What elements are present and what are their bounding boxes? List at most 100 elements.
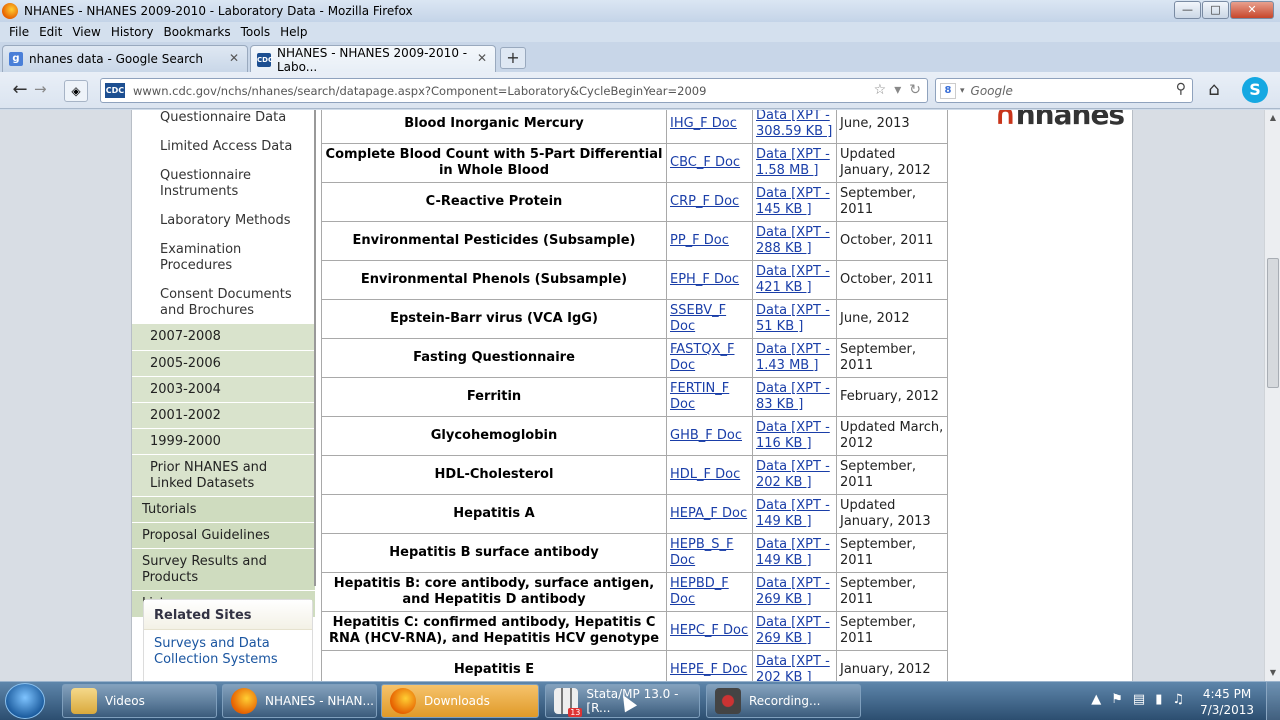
search-engine-icon[interactable]: 8 <box>940 82 956 99</box>
data-download-link[interactable]: Data [XPT - 149 KB ] <box>752 494 837 534</box>
related-link-surveys[interactable]: Surveys and Data Collection Systems <box>144 630 312 674</box>
nav-questionnaire-data[interactable]: Questionnaire Data <box>132 110 315 130</box>
doc-link[interactable]: GHB_F Doc <box>666 416 753 456</box>
search-box[interactable]: 8 ▾ Google ⚲ <box>935 78 1193 103</box>
minimize-button[interactable]: — <box>1174 1 1201 19</box>
menu-edit[interactable]: Edit <box>34 25 67 39</box>
data-download-link[interactable]: Data [XPT - 51 KB ] <box>752 299 837 339</box>
tab-close-icon[interactable]: ✕ <box>229 51 239 65</box>
vertical-scrollbar[interactable]: ▲ ▼ <box>1264 110 1280 681</box>
data-download-link[interactable]: Data [XPT - 1.43 MB ] <box>752 338 837 378</box>
forward-arrow-icon[interactable]: → <box>34 80 47 98</box>
address-bar[interactable]: CDC wwwn.cdc.gov/nchs/nhanes/search/data… <box>100 78 928 103</box>
nav-year-1999-2000[interactable]: 1999-2000 <box>132 428 315 454</box>
menu-tools[interactable]: Tools <box>236 25 276 39</box>
data-download-link[interactable]: Data [XPT - 202 KB ] <box>752 455 837 495</box>
data-download-link[interactable]: Data [XPT - 269 KB ] <box>752 572 837 612</box>
data-download-link[interactable]: Data [XPT - 149 KB ] <box>752 533 837 573</box>
google-favicon-icon: g <box>9 52 23 66</box>
tab-google-search[interactable]: g nhanes data - Google Search ✕ <box>2 45 248 72</box>
network-icon[interactable]: ▮ <box>1155 692 1162 707</box>
flag-icon[interactable]: ⚑ <box>1111 692 1123 707</box>
nav-proposal-guidelines[interactable]: Proposal Guidelines <box>132 522 315 548</box>
scrollbar-thumb[interactable] <box>1267 258 1279 388</box>
dataset-name: Blood Inorganic Mercury <box>321 110 667 144</box>
clock[interactable]: 4:45 PM 7/3/2013 <box>1200 686 1254 718</box>
nav-limited-access-data[interactable]: Limited Access Data <box>132 130 315 159</box>
dropdown-arrow-icon[interactable]: ▾ <box>894 82 901 98</box>
nav-tutorials[interactable]: Tutorials <box>132 496 315 522</box>
taskbar-recording[interactable]: Recording... <box>706 684 861 718</box>
windows-taskbar: Videos NHANES - NHAN... Downloads 13 Sta… <box>0 681 1280 720</box>
reload-icon[interactable]: ↻ <box>909 82 921 98</box>
doc-link[interactable]: FERTIN_F Doc <box>666 377 753 417</box>
data-download-link[interactable]: Data [XPT - 1.58 MB ] <box>752 143 837 183</box>
menu-bookmarks[interactable]: Bookmarks <box>159 25 236 39</box>
site-identity-icon[interactable]: CDC <box>105 83 125 98</box>
taskbar-firefox-nhanes[interactable]: NHANES - NHAN... <box>222 684 377 718</box>
doc-link[interactable]: HDL_F Doc <box>666 455 753 495</box>
show-desktop-button[interactable] <box>1266 682 1280 720</box>
menu-file[interactable]: File <box>4 25 34 39</box>
table-row: Hepatitis B: core antibody, surface anti… <box>321 572 948 612</box>
doc-link[interactable]: FASTQX_F Doc <box>666 338 753 378</box>
nav-year-2005-2006[interactable]: 2005-2006 <box>132 350 315 376</box>
data-download-link[interactable]: Data [XPT - 308.59 KB ] <box>752 110 837 144</box>
data-download-link[interactable]: Data [XPT - 288 KB ] <box>752 221 837 261</box>
back-arrow-icon[interactable]: ← <box>7 78 33 104</box>
show-hidden-icons-icon[interactable]: ▲ <box>1091 692 1101 707</box>
system-tray: ▲ ⚑ ▤ ▮ ♫ <box>1091 692 1184 707</box>
data-download-link[interactable]: Data [XPT - 421 KB ] <box>752 260 837 300</box>
menu-view[interactable]: View <box>67 25 105 39</box>
scroll-up-arrow-icon[interactable]: ▲ <box>1265 110 1280 126</box>
doc-link[interactable]: PP_F Doc <box>666 221 753 261</box>
doc-link[interactable]: EPH_F Doc <box>666 260 753 300</box>
search-icon[interactable]: ⚲ <box>1176 81 1186 97</box>
taskbar-downloads[interactable]: Downloads <box>381 684 539 718</box>
url-text[interactable]: wwwn.cdc.gov/nchs/nhanes/search/datapage… <box>133 84 706 98</box>
nav-survey-results[interactable]: Survey Results and Products <box>132 548 315 590</box>
maximize-button[interactable]: □ <box>1202 1 1229 19</box>
nav-examination-procedures[interactable]: Examination Procedures <box>132 233 315 278</box>
doc-link[interactable]: IHG_F Doc <box>666 110 753 144</box>
nav-prior-nhanes[interactable]: Prior NHANES and Linked Datasets <box>132 454 315 496</box>
tab-close-icon[interactable]: ✕ <box>477 51 487 65</box>
home-icon[interactable]: ⌂ <box>1201 79 1227 103</box>
data-download-link[interactable]: Data [XPT - 269 KB ] <box>752 611 837 651</box>
nav-questionnaire-instruments[interactable]: Questionnaire Instruments <box>132 159 315 204</box>
new-tab-button[interactable]: + <box>500 47 526 69</box>
data-download-link[interactable]: Data [XPT - 145 KB ] <box>752 182 837 222</box>
dropdown-arrow-icon[interactable]: ▾ <box>960 86 965 96</box>
skype-icon[interactable]: S <box>1242 77 1268 103</box>
doc-link[interactable]: CRP_F Doc <box>666 182 753 222</box>
doc-link[interactable]: CBC_F Doc <box>666 143 753 183</box>
doc-link[interactable]: SSEBV_F Doc <box>666 299 753 339</box>
doc-link[interactable]: HEPC_F Doc <box>666 611 753 651</box>
release-date: September, 2011 <box>836 533 948 573</box>
dataset-name: C-Reactive Protein <box>321 182 667 222</box>
taskbar-videos[interactable]: Videos <box>62 684 217 718</box>
nav-laboratory-methods[interactable]: Laboratory Methods <box>132 204 315 233</box>
menu-help[interactable]: Help <box>275 25 312 39</box>
doc-link[interactable]: HEPB_S_F Doc <box>666 533 753 573</box>
nav-year-2007-2008[interactable]: 2007-2008 <box>132 323 315 350</box>
tab-nhanes[interactable]: CDC NHANES - NHANES 2009-2010 - Labo... … <box>250 45 496 74</box>
extension-icon[interactable]: ◈ <box>64 80 88 102</box>
menu-history[interactable]: History <box>106 25 159 39</box>
close-window-button[interactable]: ✕ <box>1230 1 1274 19</box>
data-download-link[interactable]: Data [XPT - 116 KB ] <box>752 416 837 456</box>
doc-link[interactable]: HEPE_F Doc <box>666 650 753 681</box>
search-input[interactable]: Google <box>971 84 1013 98</box>
data-download-link[interactable]: Data [XPT - 83 KB ] <box>752 377 837 417</box>
doc-link[interactable]: HEPA_F Doc <box>666 494 753 534</box>
volume-icon[interactable]: ♫ <box>1172 692 1184 707</box>
nav-year-2003-2004[interactable]: 2003-2004 <box>132 376 315 402</box>
nav-year-2001-2002[interactable]: 2001-2002 <box>132 402 315 428</box>
data-download-link[interactable]: Data [XPT - 202 KB ] <box>752 650 837 681</box>
doc-link[interactable]: HEPBD_F Doc <box>666 572 753 612</box>
device-icon[interactable]: ▤ <box>1133 692 1145 707</box>
nav-consent-documents[interactable]: Consent Documents and Brochures <box>132 278 315 323</box>
start-button[interactable] <box>5 683 45 719</box>
scroll-down-arrow-icon[interactable]: ▼ <box>1265 665 1280 681</box>
bookmark-star-icon[interactable]: ☆ <box>874 82 887 98</box>
